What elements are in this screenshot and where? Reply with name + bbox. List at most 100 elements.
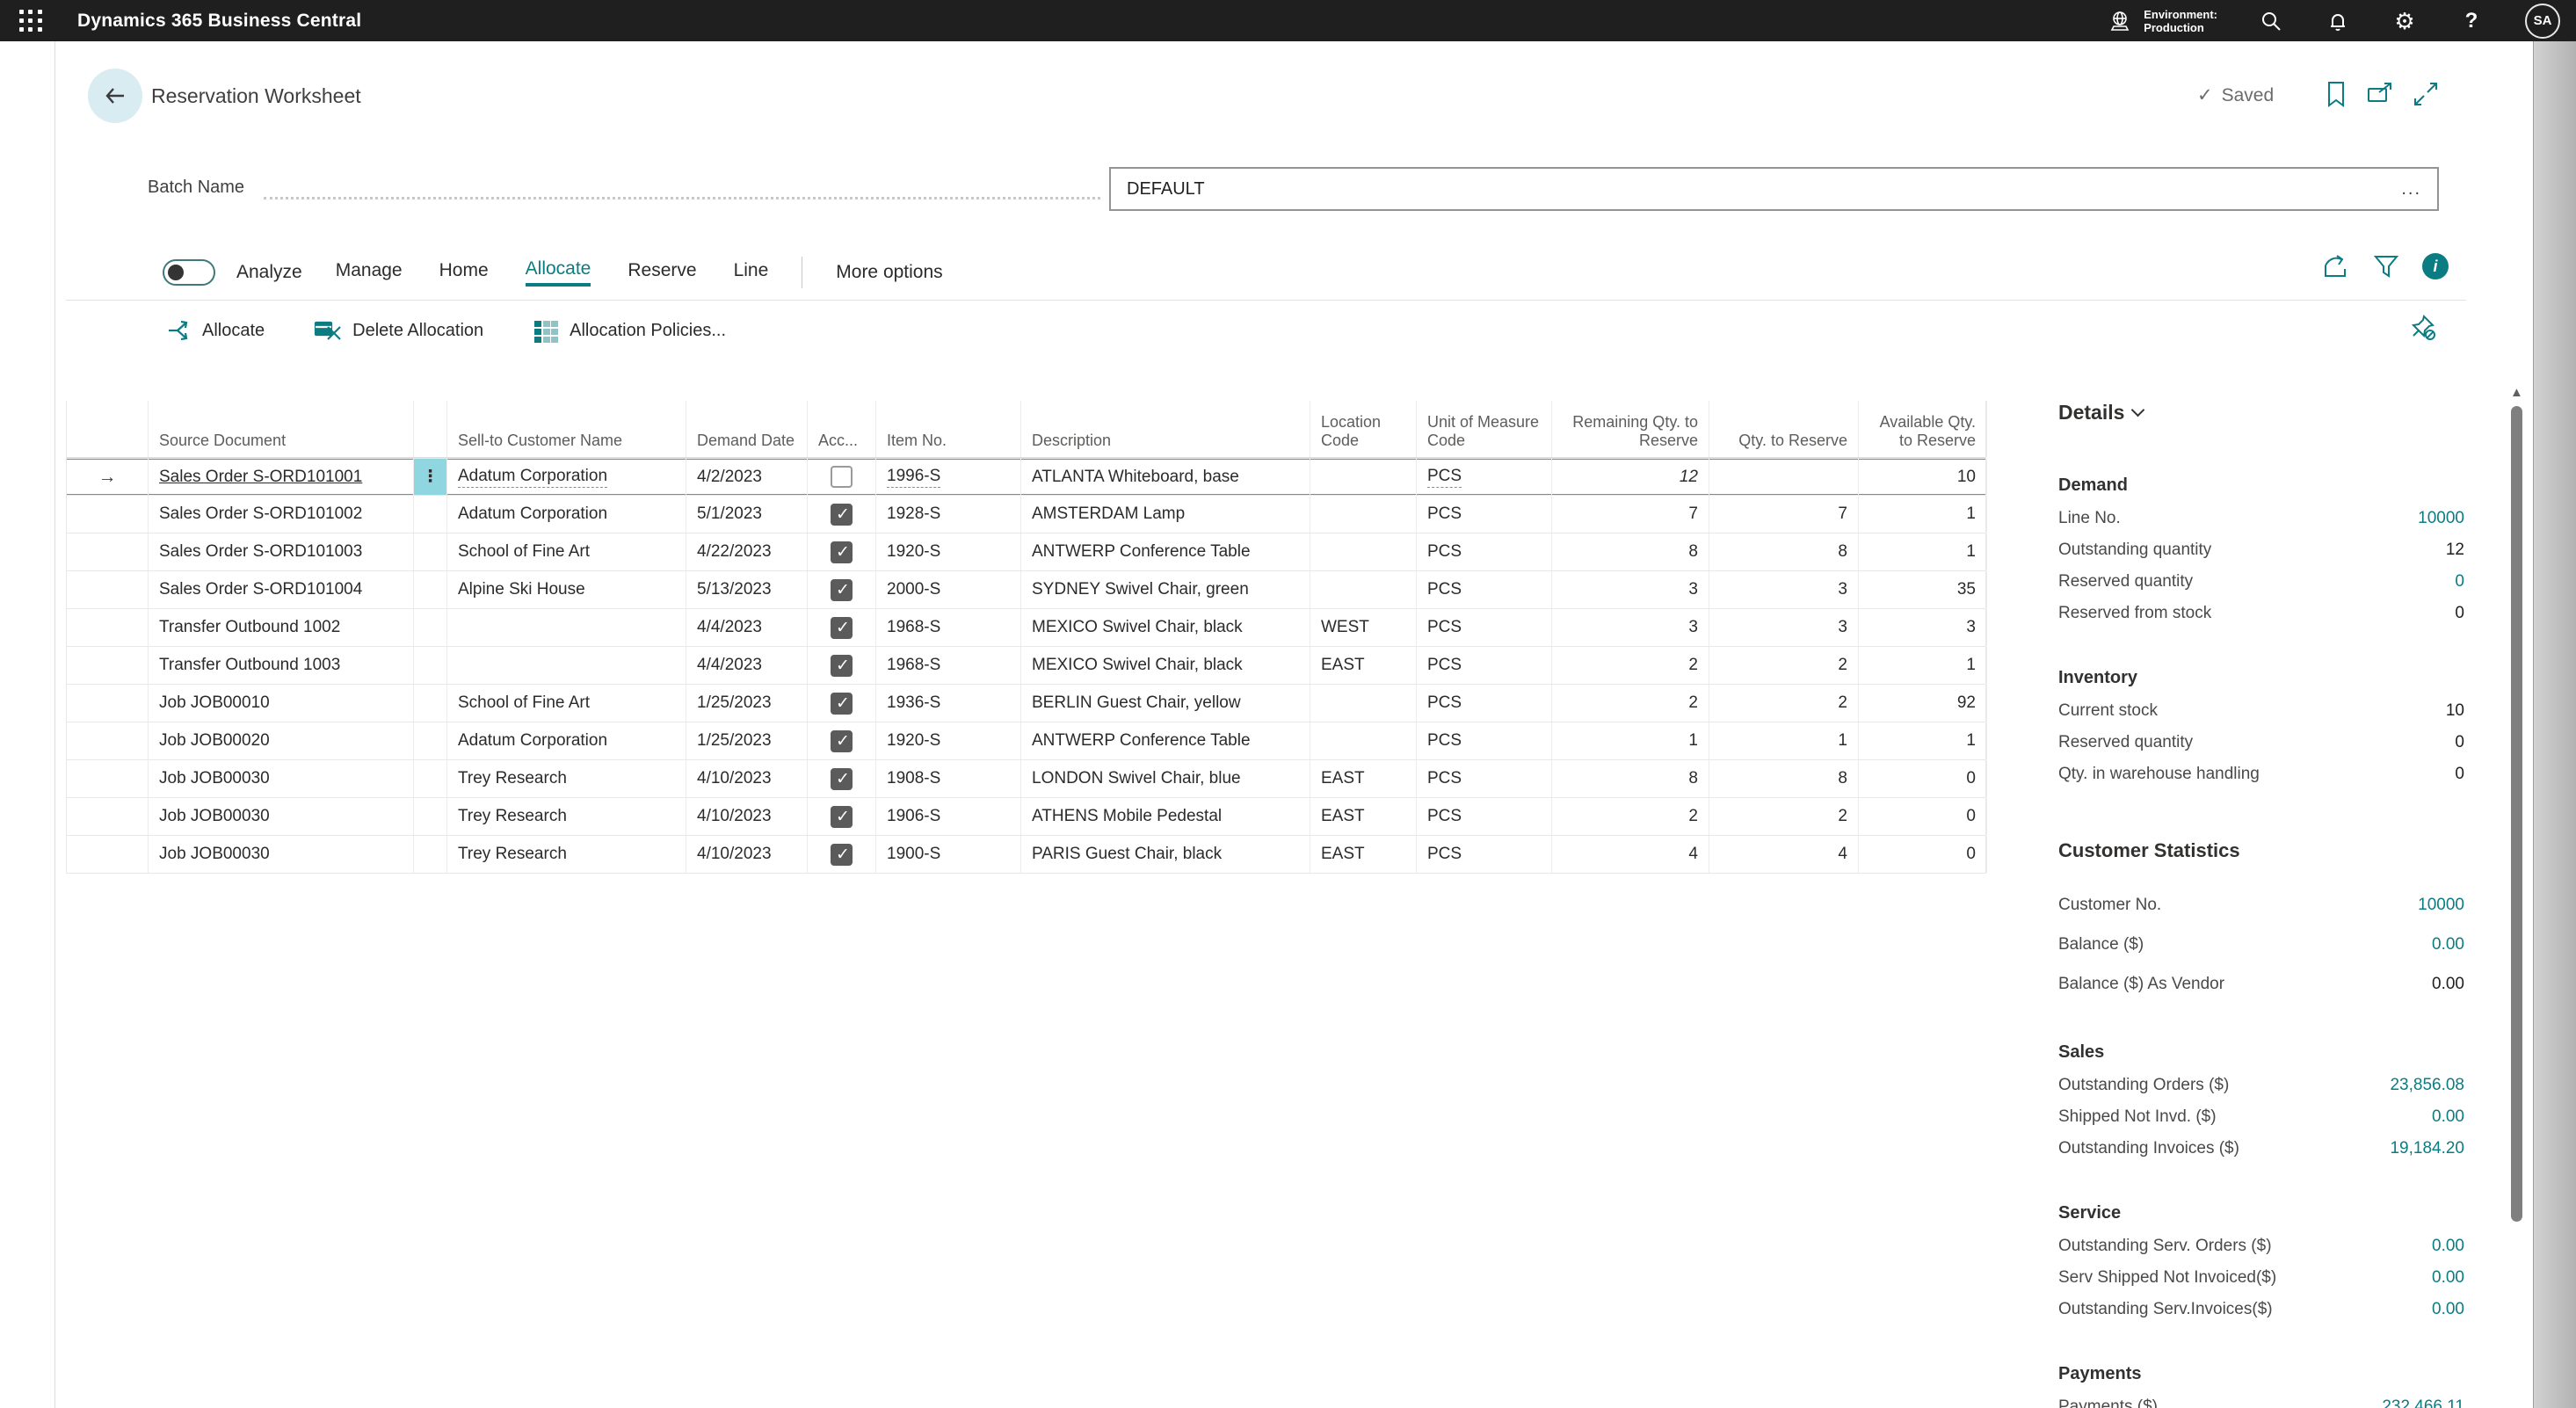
- description-cell[interactable]: AMSTERDAM Lamp: [1021, 496, 1310, 533]
- customer-name-cell[interactable]: Adatum Corporation: [447, 459, 686, 495]
- accept-checkbox[interactable]: [831, 806, 853, 828]
- customer-name-cell[interactable]: Alpine Ski House: [447, 571, 686, 608]
- location-code-cell[interactable]: [1310, 722, 1417, 759]
- factbox-row-value[interactable]: 0.00: [2432, 1268, 2464, 1288]
- environment-indicator[interactable]: Environment: Production: [2107, 8, 2217, 34]
- qty-to-reserve-cell[interactable]: 7: [1709, 496, 1859, 533]
- source-document-cell[interactable]: Transfer Outbound 1003: [149, 647, 414, 684]
- accept-checkbox[interactable]: [831, 541, 853, 563]
- source-document-cell[interactable]: Sales Order S-ORD101004: [149, 571, 414, 608]
- accept-checkbox[interactable]: [831, 730, 853, 752]
- column-header-source[interactable]: Source Document: [149, 401, 414, 457]
- table-row[interactable]: Transfer Outbound 1003 4/4/2023 1968-S M…: [67, 647, 1985, 685]
- table-row[interactable]: Job JOB00020 Adatum Corporation 1/25/202…: [67, 722, 1985, 760]
- accept-checkbox-cell[interactable]: [808, 685, 876, 722]
- source-document-cell[interactable]: Job JOB00030: [149, 836, 414, 873]
- allocate-button[interactable]: Allocate: [165, 317, 265, 344]
- remaining-qty-cell[interactable]: 1: [1552, 722, 1709, 759]
- notifications-bell-icon[interactable]: [2325, 8, 2351, 34]
- customer-name-cell[interactable]: School of Fine Art: [447, 533, 686, 570]
- menu-item-reserve[interactable]: Reserve: [628, 260, 696, 285]
- available-qty-cell[interactable]: 0: [1859, 760, 1987, 797]
- remaining-qty-cell[interactable]: 8: [1552, 760, 1709, 797]
- qty-to-reserve-cell[interactable]: 1: [1709, 722, 1859, 759]
- back-button[interactable]: [88, 69, 142, 123]
- user-avatar[interactable]: SA: [2525, 4, 2560, 39]
- analyze-toggle[interactable]: [163, 259, 215, 286]
- available-qty-cell[interactable]: 0: [1859, 836, 1987, 873]
- unit-of-measure-cell[interactable]: PCS: [1417, 647, 1552, 684]
- unit-of-measure-cell[interactable]: PCS: [1417, 685, 1552, 722]
- demand-date-cell[interactable]: 4/22/2023: [686, 533, 808, 570]
- source-document-cell[interactable]: Sales Order S-ORD101001: [149, 459, 414, 495]
- table-row[interactable]: Sales Order S-ORD101004 Alpine Ski House…: [67, 571, 1985, 609]
- remaining-qty-cell[interactable]: 8: [1552, 533, 1709, 570]
- table-row[interactable]: Job JOB00030 Trey Research 4/10/2023 190…: [67, 798, 1985, 836]
- qty-to-reserve-cell[interactable]: 2: [1709, 685, 1859, 722]
- column-header-arrow[interactable]: [67, 401, 149, 457]
- source-document-cell[interactable]: Sales Order S-ORD101003: [149, 533, 414, 570]
- customer-name-cell[interactable]: School of Fine Art: [447, 685, 686, 722]
- column-header-desc[interactable]: Description: [1021, 401, 1310, 457]
- column-header-loc[interactable]: Location Code: [1310, 401, 1417, 457]
- description-cell[interactable]: SYDNEY Swivel Chair, green: [1021, 571, 1310, 608]
- batch-name-input[interactable]: DEFAULT ...: [1109, 167, 2439, 211]
- item-no-cell[interactable]: 1968-S: [876, 647, 1021, 684]
- accept-checkbox[interactable]: [831, 693, 853, 715]
- row-context-menu-cell[interactable]: [414, 685, 447, 722]
- demand-date-cell[interactable]: 1/25/2023: [686, 685, 808, 722]
- unit-of-measure-cell[interactable]: PCS: [1417, 609, 1552, 646]
- column-header-acc[interactable]: Acc...: [808, 401, 876, 457]
- unit-of-measure-cell[interactable]: PCS: [1417, 760, 1552, 797]
- share-icon[interactable]: [2322, 253, 2350, 279]
- item-no-cell[interactable]: 1968-S: [876, 609, 1021, 646]
- table-row[interactable]: Sales Order S-ORD101003 School of Fine A…: [67, 533, 1985, 571]
- column-header-available[interactable]: Available Qty. to Reserve: [1859, 401, 1987, 457]
- item-no-cell[interactable]: 1936-S: [876, 685, 1021, 722]
- qty-to-reserve-cell[interactable]: 2: [1709, 647, 1859, 684]
- source-document-cell[interactable]: Job JOB00010: [149, 685, 414, 722]
- item-no-cell[interactable]: 1996-S: [876, 459, 1021, 495]
- window-scrollbar[interactable]: [2533, 41, 2576, 1408]
- source-document-cell[interactable]: Sales Order S-ORD101002: [149, 496, 414, 533]
- unit-of-measure-cell[interactable]: PCS: [1417, 533, 1552, 570]
- row-context-menu-cell[interactable]: [414, 798, 447, 835]
- description-cell[interactable]: MEXICO Swivel Chair, black: [1021, 647, 1310, 684]
- factbox-row-value[interactable]: 0.00: [2432, 935, 2464, 954]
- accept-checkbox[interactable]: [831, 844, 853, 866]
- qty-to-reserve-cell[interactable]: 3: [1709, 571, 1859, 608]
- accept-checkbox-cell[interactable]: [808, 533, 876, 570]
- remaining-qty-cell[interactable]: 2: [1552, 798, 1709, 835]
- factbox-row-value[interactable]: 0.00: [2432, 1300, 2464, 1319]
- description-cell[interactable]: BERLIN Guest Chair, yellow: [1021, 685, 1310, 722]
- available-qty-cell[interactable]: 3: [1859, 609, 1987, 646]
- accept-checkbox[interactable]: [831, 617, 853, 639]
- column-header-menu[interactable]: [414, 401, 447, 457]
- qty-to-reserve-cell[interactable]: 8: [1709, 760, 1859, 797]
- accept-checkbox[interactable]: [831, 655, 853, 677]
- collapse-icon[interactable]: [2413, 81, 2439, 107]
- available-qty-cell[interactable]: 1: [1859, 647, 1987, 684]
- app-title[interactable]: Dynamics 365 Business Central: [77, 11, 361, 32]
- source-document-cell[interactable]: Job JOB00020: [149, 722, 414, 759]
- customer-name-cell[interactable]: [447, 647, 686, 684]
- unit-of-measure-cell[interactable]: PCS: [1417, 459, 1552, 495]
- row-context-menu-cell[interactable]: [414, 609, 447, 646]
- accept-checkbox-cell[interactable]: [808, 647, 876, 684]
- factbox-row-value[interactable]: 0: [2455, 572, 2464, 592]
- demand-date-cell[interactable]: 4/10/2023: [686, 760, 808, 797]
- table-row[interactable]: Transfer Outbound 1002 4/4/2023 1968-S M…: [67, 609, 1985, 647]
- bookmark-icon[interactable]: [2325, 81, 2347, 107]
- location-code-cell[interactable]: EAST: [1310, 798, 1417, 835]
- available-qty-cell[interactable]: 1: [1859, 533, 1987, 570]
- accept-checkbox-cell[interactable]: [808, 609, 876, 646]
- more-options-menu[interactable]: More options: [836, 262, 942, 283]
- table-row[interactable]: Sales Order S-ORD101002 Adatum Corporati…: [67, 496, 1985, 533]
- remaining-qty-cell[interactable]: 7: [1552, 496, 1709, 533]
- open-in-new-window-icon[interactable]: [2367, 82, 2393, 106]
- allocation-policies-button[interactable]: Allocation Policies...: [533, 317, 726, 344]
- available-qty-cell[interactable]: 10: [1859, 459, 1987, 495]
- column-header-remaining[interactable]: Remaining Qty. to Reserve: [1552, 401, 1709, 457]
- location-code-cell[interactable]: EAST: [1310, 647, 1417, 684]
- app-launcher-waffle-icon[interactable]: [19, 10, 42, 33]
